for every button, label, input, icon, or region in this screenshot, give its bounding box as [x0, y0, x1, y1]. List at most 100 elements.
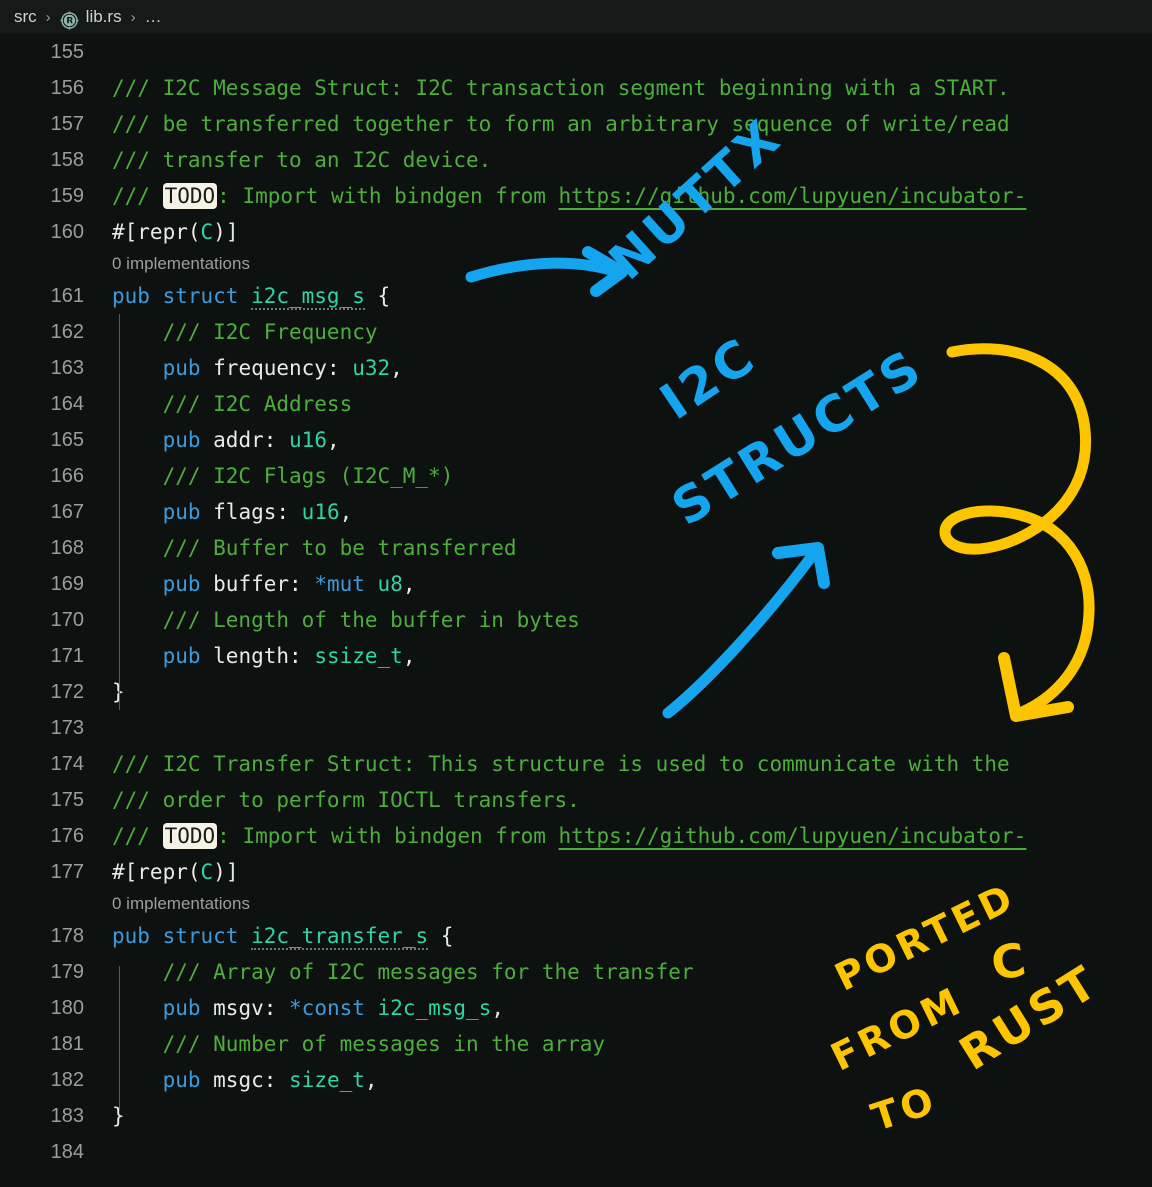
code-token: , [402, 644, 416, 668]
code-line[interactable]: 164 /// I2C Address [0, 386, 1152, 422]
line-number: 178 [50, 925, 84, 947]
code-token: *const [289, 996, 365, 1020]
code-line[interactable]: 179 /// Array of I2C messages for the tr… [0, 954, 1152, 990]
code-token: C [200, 860, 214, 884]
code-token: msgc: [200, 1068, 290, 1092]
code-token: : Import with bindgen from [217, 824, 559, 848]
line-number: 174 [50, 753, 84, 775]
code-editor[interactable]: 155 156 /// I2C Message Struct: I2C transa… [0, 34, 1152, 1187]
code-line-text: #[repr(C)] [112, 214, 238, 250]
code-token: , [339, 500, 353, 524]
code-line[interactable]: 183} [0, 1098, 1152, 1134]
code-line[interactable]: 168 /// Buffer to be transferred [0, 530, 1152, 566]
codelens-label[interactable]: 0 implementations [112, 250, 250, 278]
code-line[interactable]: 165 pub addr: u16, [0, 422, 1152, 458]
codelens-implementations[interactable]: 0 implementations [0, 250, 1152, 278]
code-token: /// I2C Flags (I2C_M_*) [112, 464, 454, 488]
code-line[interactable]: 174 /// I2C Transfer Struct: This structu… [0, 746, 1152, 782]
code-token: i2c_msg_s [251, 284, 365, 310]
code-line-text: pub struct i2c_transfer_s { [112, 918, 453, 954]
code-line[interactable]: 158 /// transfer to an I2C device. [0, 142, 1152, 178]
code-token: flags: [200, 500, 302, 524]
code-token: /// Array of I2C messages for the transf… [112, 960, 694, 984]
url-link[interactable]: https://github.com/lupyuen/incubator- [559, 824, 1027, 848]
code-token: length: [200, 644, 315, 668]
indent-guide-1 [119, 314, 120, 710]
codelens-label[interactable]: 0 implementations [112, 890, 250, 918]
code-token: C [200, 220, 214, 244]
breadcrumb-item-file[interactable]: lib.rs [86, 7, 122, 27]
code-token: pub struct [112, 284, 252, 308]
code-token: { [364, 284, 391, 308]
code-line-text: /// I2C Flags (I2C_M_*) [112, 458, 454, 494]
code-line[interactable]: 180 pub msgv: *const i2c_msg_s, [0, 990, 1152, 1026]
code-line[interactable]: 171 pub length: ssize_t, [0, 638, 1152, 674]
code-line[interactable]: 178 pub struct i2c_transfer_s { [0, 918, 1152, 954]
url-link[interactable]: https://github.com/lupyuen/incubator- [559, 184, 1027, 208]
code-line[interactable]: 167 pub flags: u16, [0, 494, 1152, 530]
breadcrumb-item-more[interactable]: … [145, 7, 163, 27]
code-line[interactable]: 176 /// TODO: Import with bindgen from ht… [0, 818, 1152, 854]
code-token: i2c_transfer_s [251, 924, 429, 950]
code-line[interactable]: 175 /// order to perform IOCTL transfers. [0, 782, 1152, 818]
code-token: /// Length of the buffer in bytes [112, 608, 580, 632]
code-line-text: /// TODO: Import with bindgen from https… [112, 178, 1026, 214]
code-line[interactable]: 172} [0, 674, 1152, 710]
code-token: /// Number of messages in the array [112, 1032, 606, 1056]
code-line-text: /// Buffer to be transferred [112, 530, 517, 566]
line-number: 161 [50, 285, 84, 307]
code-line[interactable]: 182 pub msgc: size_t, [0, 1062, 1152, 1098]
code-token: buffer: [200, 572, 315, 596]
codelens-implementations[interactable]: 0 implementations [0, 890, 1152, 918]
code-line[interactable]: 156 /// I2C Message Struct: I2C transacti… [0, 70, 1152, 106]
code-line[interactable]: 166 /// I2C Flags (I2C_M_*) [0, 458, 1152, 494]
line-number: 176 [50, 825, 84, 847]
code-line[interactable]: 181 /// Number of messages in the array [0, 1026, 1152, 1062]
code-token: u16 [289, 428, 327, 452]
line-number: 183 [50, 1105, 84, 1127]
line-number: 168 [50, 537, 84, 559]
code-line[interactable]: 157 /// be transferred together to form a… [0, 106, 1152, 142]
code-line-text: /// order to perform IOCTL transfers. [112, 782, 580, 818]
code-token: { [428, 924, 454, 948]
code-token: /// order to perform IOCTL transfers. [112, 788, 580, 812]
code-token: )] [213, 860, 239, 884]
code-token: i2c_msg_s [377, 996, 492, 1020]
code-line[interactable]: 161 pub struct i2c_msg_s { [0, 278, 1152, 314]
code-line[interactable]: 184 [0, 1134, 1152, 1170]
code-line[interactable]: 159 /// TODO: Import with bindgen from ht… [0, 178, 1152, 214]
code-token: pub [162, 572, 201, 596]
code-line[interactable]: 177 #[repr(C)] [0, 854, 1152, 890]
code-line[interactable]: 169 pub buffer: *mut u8, [0, 566, 1152, 602]
code-line-text: /// I2C Frequency [112, 314, 378, 350]
line-number: 182 [50, 1069, 84, 1091]
code-line-text: pub frequency: u32, [112, 350, 403, 386]
code-line-text: pub struct i2c_msg_s { [112, 278, 390, 314]
code-line[interactable]: 170 /// Length of the buffer in bytes [0, 602, 1152, 638]
code-line[interactable]: 160 #[repr(C)] [0, 214, 1152, 250]
breadcrumb-item-src[interactable]: src [14, 7, 37, 27]
code-line[interactable]: 162 /// I2C Frequency [0, 314, 1152, 350]
code-token: size_t [289, 1068, 365, 1092]
code-line-text: /// transfer to an I2C device. [112, 142, 491, 178]
code-token: #[repr( [112, 220, 201, 244]
line-number: 157 [50, 113, 84, 135]
line-number: 163 [50, 357, 84, 379]
code-token: , [364, 1068, 378, 1092]
code-token: /// I2C Message Struct: I2C transaction … [112, 76, 1010, 100]
code-lines-container: 155 156 /// I2C Message Struct: I2C transa… [0, 34, 1152, 1170]
code-token: , [402, 572, 416, 596]
rust-file-icon [60, 10, 79, 30]
code-line[interactable]: 155 [0, 34, 1152, 70]
code-line[interactable]: 163 pub frequency: u32, [0, 350, 1152, 386]
code-line-text: /// Length of the buffer in bytes [112, 602, 580, 638]
line-number: 160 [50, 221, 84, 243]
code-line[interactable]: 173 [0, 710, 1152, 746]
code-line-text: pub msgc: size_t, [112, 1062, 378, 1098]
code-line-text: /// I2C Transfer Struct: This structure … [112, 746, 1010, 782]
line-number: 172 [50, 681, 84, 703]
code-token: pub [162, 1068, 201, 1092]
code-line-text: pub msgv: *const i2c_msg_s, [112, 990, 504, 1026]
code-token: frequency: [200, 356, 353, 380]
line-number: 179 [50, 961, 84, 983]
